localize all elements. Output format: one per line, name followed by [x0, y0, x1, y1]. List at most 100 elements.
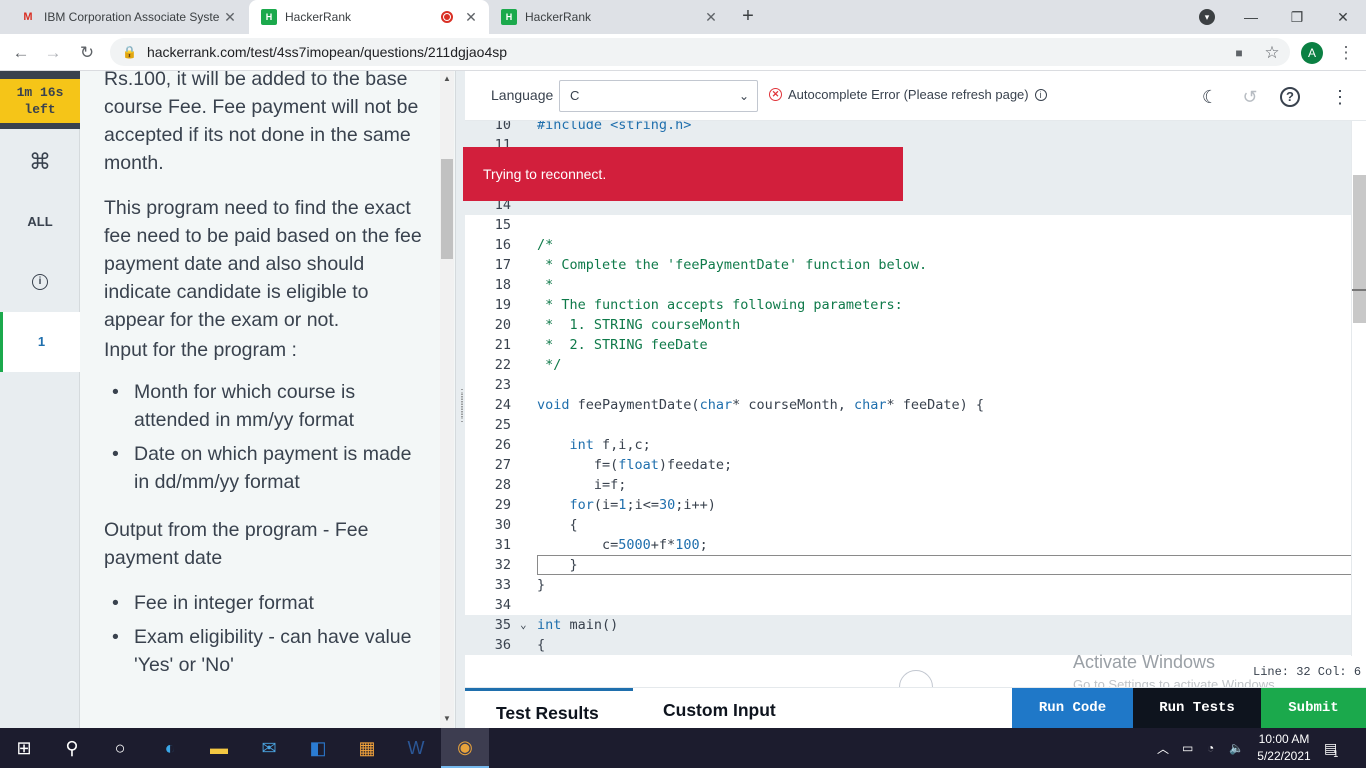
code-line[interactable]: 28 i=f; [465, 475, 1351, 495]
hackerrank-icon: H [501, 9, 517, 25]
notifications-icon[interactable]: ▤ 1 [1324, 728, 1342, 768]
tab-title: HackerRank [525, 10, 592, 24]
active-line-highlight [537, 555, 1365, 575]
battery-icon[interactable]: ▭ [1182, 728, 1193, 768]
code-line[interactable]: 27 f=(float)feedate; [465, 455, 1351, 475]
scrollbar-thumb[interactable] [1353, 175, 1366, 323]
address-bar[interactable]: 🔒 hackerrank.com/test/4ss7imopean/questi… [110, 38, 1290, 66]
scroll-down-icon[interactable]: ▼ [443, 714, 451, 723]
line-number: 29 [494, 497, 511, 513]
code-line[interactable]: 19 * The function accepts following para… [465, 295, 1351, 315]
new-tab-icon[interactable]: + [738, 6, 758, 26]
list-item: Month for which course is attended in mm… [104, 378, 422, 434]
avatar[interactable]: A [1301, 42, 1323, 64]
wifi-icon[interactable]: ◔ [1207, 728, 1214, 768]
line-number: 22 [494, 357, 511, 373]
line-number: 28 [494, 477, 511, 493]
windows-start-icon[interactable]: ⊞ [0, 728, 48, 768]
tab-custom-input[interactable]: Custom Input [633, 688, 833, 729]
store-icon[interactable]: ▦ [343, 728, 391, 768]
restore-icon[interactable]: ❐ [1274, 0, 1320, 34]
file-explorer-icon[interactable]: ▬ [195, 728, 243, 768]
recording-icon [441, 11, 453, 23]
code-line[interactable]: 24 void feePaymentDate(char* courseMonth,… [465, 395, 1351, 415]
code-line[interactable]: 33} [465, 575, 1351, 595]
shortcuts-icon[interactable]: ⌘ [0, 149, 80, 175]
forward-icon[interactable]: → [40, 40, 66, 66]
task-view-icon[interactable]: ○ [96, 728, 144, 768]
system-clock[interactable]: 10:00 AM 5/22/2021 [1252, 731, 1316, 765]
editor-scrollbar[interactable] [1351, 121, 1366, 656]
scrollbar-thumb[interactable] [441, 159, 453, 259]
back-icon[interactable]: ← [8, 40, 34, 66]
problem-paragraph: Rs.100, it will be added to the base cou… [104, 71, 419, 174]
run-tests-button[interactable]: Run Tests [1133, 688, 1261, 729]
code-editor[interactable]: 10 #include <string.h> 11 14 15 16/* 17 * Comp… [465, 121, 1351, 656]
line-number: 36 [494, 637, 511, 653]
info-icon[interactable]: i [0, 272, 80, 290]
close-tab-icon[interactable]: ✕ [703, 9, 719, 26]
code-line[interactable]: 23 [465, 375, 1351, 395]
code-line[interactable]: 10 #include <string.h> [465, 121, 1351, 135]
minimize-icon[interactable]: — [1228, 0, 1274, 34]
reload-icon[interactable]: ↻ [74, 40, 100, 66]
camera-icon[interactable]: ■ [1226, 40, 1252, 66]
code-text: int main() [537, 617, 619, 633]
more-options-icon[interactable]: ⋮ [1328, 85, 1352, 109]
close-tab-icon[interactable]: ✕ [222, 9, 238, 26]
search-icon[interactable]: ⚲ [48, 728, 96, 768]
close-tab-icon[interactable]: ✕ [463, 9, 479, 26]
edge-icon[interactable]: ◐ [146, 728, 194, 768]
code-text: f=(float)feedate; [537, 457, 733, 473]
code-line[interactable]: 29 for(i=1;i<=30;i++) [465, 495, 1351, 515]
code-text: * The function accepts following paramet… [537, 297, 903, 313]
nav-question-1[interactable]: 1 [0, 312, 80, 372]
show-hidden-icons[interactable]: ︿ [1157, 728, 1169, 768]
code-line[interactable]: 16 /* [465, 235, 1351, 255]
dark-mode-icon[interactable]: ☾ [1198, 85, 1222, 109]
scroll-up-icon[interactable]: ▲ [443, 74, 451, 83]
tab-test-results[interactable]: Test Results [465, 688, 633, 729]
code-line[interactable]: 36 { [465, 635, 1351, 655]
code-line[interactable]: 35 ⌄ int main() [465, 615, 1351, 635]
line-number: 16 [494, 237, 511, 253]
code-line[interactable]: 31 c=5000+f*100; [465, 535, 1351, 555]
chrome-icon[interactable]: ◉ [441, 728, 489, 768]
code-line[interactable]: 34 [465, 595, 1351, 615]
word-icon[interactable]: W [392, 728, 440, 768]
code-line[interactable]: 20 * 1. STRING courseMonth [465, 315, 1351, 335]
activate-windows-title: Activate Windows [1073, 652, 1216, 672]
volume-icon[interactable]: 🔈 [1229, 728, 1244, 768]
fold-chevron-icon[interactable]: ⌄ [520, 615, 527, 635]
problem-scrollbar[interactable]: ▲ ▼ [440, 71, 454, 728]
info-icon[interactable]: i [1034, 88, 1047, 101]
code-line[interactable]: 22 */ [465, 355, 1351, 375]
browser-tab-hackerrank[interactable]: H HackerRank ✕ [489, 0, 729, 34]
chrome-menu-icon[interactable]: ⋮ [1333, 40, 1359, 66]
submit-button[interactable]: Submit [1261, 688, 1366, 729]
code-line[interactable]: 30 { [465, 515, 1351, 535]
language-select[interactable]: C ⌄ [559, 80, 758, 112]
outlook-icon[interactable]: ◧ [294, 728, 342, 768]
browser-tab-hackerrank-active[interactable]: H HackerRank ✕ [249, 0, 489, 34]
run-code-button[interactable]: Run Code [1012, 688, 1133, 729]
reconnect-toast: Trying to reconnect. [463, 147, 903, 201]
bookmark-star-icon[interactable]: ☆ [1259, 40, 1285, 66]
help-icon[interactable]: ? [1278, 85, 1302, 109]
code-line[interactable]: 26 int f,i,c; [465, 435, 1351, 455]
code-line[interactable]: 17 * Complete the 'feePaymentDate' funct… [465, 255, 1351, 275]
line-number: 18 [494, 277, 511, 293]
code-line[interactable]: 25 [465, 415, 1351, 435]
line-number: 24 [494, 397, 511, 413]
browser-tab-ibm[interactable]: M IBM Corporation Associate Syste ✕ [8, 0, 248, 34]
list-item: Exam eligibility - can have value 'Yes' … [104, 623, 422, 679]
window-close-icon[interactable]: ✕ [1320, 0, 1366, 34]
code-line[interactable]: 18 * [465, 275, 1351, 295]
chrome-profile-icon[interactable]: ▾ [1199, 9, 1215, 25]
code-line[interactable]: 21 * 2. STRING feeDate [465, 335, 1351, 355]
nav-all-questions[interactable]: ALL [0, 214, 80, 229]
code-line[interactable]: 15 [465, 215, 1351, 235]
drag-handle-icon[interactable]: ⋮ ⋮ ⋮ ⋮ ⋮ ⋮ [457, 389, 467, 429]
mail-icon[interactable]: ✉ [245, 728, 293, 768]
history-icon[interactable]: ↺ [1238, 85, 1262, 109]
